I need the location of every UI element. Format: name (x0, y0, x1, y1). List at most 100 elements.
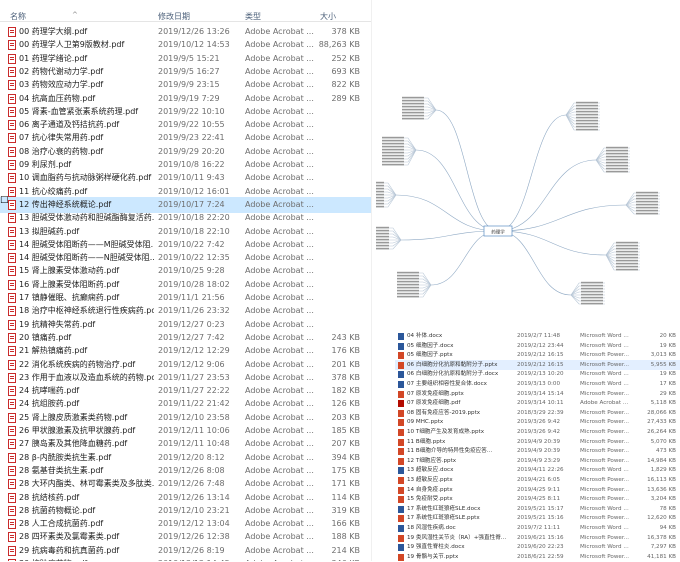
file-type: Microsoft Power... (580, 515, 629, 522)
file-size: 3,013 KB (650, 352, 676, 359)
pdf-file-icon (8, 133, 16, 144)
file-type: Adobe Acrobat ... (245, 556, 314, 561)
file-row[interactable]: 19 强直性脊柱炎.docx 2019/6/20 22:23 Microsoft W… (395, 542, 680, 552)
file-type-icon (398, 419, 404, 427)
pdf-file-icon (8, 439, 16, 450)
file-type-icon (398, 515, 404, 523)
file-row[interactable]: 11 B细胞.pptx 2019/4/9 20:39 Microsoft Power… (395, 437, 680, 447)
secondary-file-list: 04 补体.docx 2019/2/7 11:48 Microsoft Word .… (395, 327, 680, 561)
pdf-file-icon (8, 186, 16, 197)
file-name: 17 系统性红斑狼疮SLE.docx (407, 505, 481, 512)
col-type[interactable]: 类型 (245, 11, 261, 22)
pdf-file-icon (8, 399, 16, 410)
file-row[interactable]: 07 主要组织相容性复合体.docx 2019/3/13 0:00 Microsof… (395, 379, 680, 389)
file-date: 2019/3/26 9:42 (517, 429, 561, 435)
pdf-file-icon (8, 66, 16, 77)
file-type-icon (398, 553, 404, 561)
file-row[interactable]: 08 固有免疫应答-2019.pptx 2018/3/29 22:39 Micros… (395, 408, 680, 418)
file-row[interactable]: 14 自身免疫.pptx 2019/4/25 9:11 Microsoft Powe… (395, 485, 680, 495)
sort-arrow-icon[interactable]: ^ (72, 11, 78, 19)
cursor-marker: □ (0, 195, 9, 205)
file-type: Microsoft Word ... (580, 544, 629, 551)
file-size: 28,066 KB (647, 409, 676, 416)
file-type-icon (398, 534, 404, 542)
file-name: 06 白细胞分化抗原和黏附分子.docx (407, 371, 499, 378)
file-size: 346 KB (331, 556, 360, 561)
file-row[interactable]: 12 T细胞应答.pptx 2019/4/9 23:29 Microsoft Pow… (395, 456, 680, 466)
file-row[interactable]: 09 MHC.pptx 2019/3/26 9:42 Microsoft Power… (395, 417, 680, 427)
file-date: 2019/7/2 11:11 (517, 525, 561, 531)
file-name: 30 抗肿瘤药物.pdf (19, 556, 154, 561)
pdf-file-icon (8, 426, 16, 436)
file-date: 2019/3/14 10:11 (517, 400, 564, 407)
col-size[interactable]: 大小 (320, 11, 336, 22)
file-date: 2019/2/7 11:48 (517, 333, 561, 339)
file-row[interactable]: 30 抗肿瘤药物.pdf 2019/12/12 14:45 Adobe Acroba… (0, 556, 371, 561)
file-size: 26,264 KB (647, 429, 676, 435)
file-name: 07 原发免疫细胞.pdf (407, 400, 461, 407)
file-row[interactable]: 05 细胞因子.docx 2019/2/12 23:44 Microsoft Wor… (395, 341, 680, 351)
file-row[interactable]: 13 超敏反应.docx 2019/4/11 22:26 Microsoft Wor… (395, 465, 680, 475)
file-date: 2019/4/21 6:05 (517, 477, 561, 483)
file-name: 19 强直性脊柱炎.docx (407, 544, 465, 551)
file-row[interactable]: 13 超敏反应.pptx 2019/4/21 6:05 Microsoft Powe… (395, 475, 680, 485)
pdf-file-icon (8, 545, 16, 556)
col-name[interactable]: 名称 (10, 11, 26, 22)
file-row[interactable]: 04 补体.docx 2019/2/7 11:48 Microsoft Word .… (395, 331, 680, 341)
pdf-file-icon (8, 40, 16, 51)
pdf-file-icon (8, 279, 16, 290)
pdf-file-icon (8, 93, 16, 104)
file-type: Microsoft Power... (580, 352, 629, 359)
file-row[interactable]: 10 T细胞产生及发育成熟.pptx 2019/3/26 9:42 Microsof… (395, 427, 680, 437)
file-row[interactable]: 05 细胞因子.pptx 2019/2/12 16:15 Microsoft Pow… (395, 350, 680, 360)
file-row[interactable]: 11 B细胞介导的特异性免疫应答... 2019/4/9 20:39 Microso… (395, 446, 680, 456)
file-row[interactable]: 19 骨骼与关节.pptx 2018/6/21 22:59 Microsoft Po… (395, 552, 680, 562)
file-row[interactable]: 17 系统性红斑狼疮SLE.pptx 2019/5/21 15:16 Microso… (395, 513, 680, 523)
file-row[interactable]: 07 原发免疫细胞.pptx 2019/3/14 15:14 Microsoft P… (395, 389, 680, 399)
file-type-icon (398, 496, 404, 504)
file-type: Microsoft Word ... (580, 505, 629, 512)
file-size: 13,636 KB (647, 486, 676, 493)
file-type: Microsoft Power... (580, 486, 629, 493)
file-size: 20 KB (659, 333, 676, 339)
file-row[interactable]: 06 白细胞分化抗原和黏附分子.pptx 2019/2/12 16:15 Micro… (395, 359, 680, 370)
file-date: 2019/6/20 22:23 (517, 544, 564, 551)
file-date: 2019/4/9 20:39 (517, 448, 561, 455)
file-name: 18 风湿性疾病.doc (407, 525, 456, 531)
pdf-file-icon (8, 452, 16, 463)
file-name: 09 MHC.pptx (407, 419, 444, 426)
file-type-icon (398, 381, 404, 388)
file-name: 19 类风湿性关节炎（RA）+强直性脊... (407, 534, 507, 541)
file-row[interactable]: 06 白细胞分化抗原和黏附分子.docx 2019/2/13 10:20 Micro… (395, 369, 680, 379)
file-row[interactable]: 15 免疫耐受.pptx 2019/4/25 8:11 Microsoft Powe… (395, 494, 680, 504)
pdf-file-icon (8, 213, 16, 224)
file-type-icon (398, 429, 404, 436)
file-type-icon (398, 438, 404, 446)
file-row[interactable]: 07 原发免疫细胞.pdf 2019/3/14 10:11 Adobe Acroba… (395, 398, 680, 408)
file-name: 06 白细胞分化抗原和黏附分子.pptx (407, 361, 498, 368)
file-name: 13 超敏反应.pptx (407, 477, 453, 483)
file-size: 16,378 KB (647, 534, 676, 541)
file-type: Microsoft Power... (580, 390, 629, 397)
file-size: 16,113 KB (647, 477, 676, 483)
file-size: 3,204 KB (650, 496, 676, 503)
file-type: Microsoft Power... (580, 457, 629, 464)
file-size: 12,620 KB (647, 515, 676, 522)
file-size: 14,984 KB (647, 457, 676, 464)
file-type-icon (398, 448, 404, 456)
pdf-file-icon (8, 492, 16, 503)
file-row[interactable]: 18 风湿性疾病.doc 2019/7/2 11:11 Microsoft Word… (395, 523, 680, 533)
file-type: Microsoft Word ... (580, 371, 629, 378)
pdf-file-icon (8, 505, 16, 516)
mindmap-image: 药理学 (376, 96, 660, 305)
pdf-file-icon (8, 386, 16, 397)
file-size: 78 KB (659, 505, 676, 512)
file-row[interactable]: 19 类风湿性关节炎（RA）+强直性脊... 2019/6/21 15:16 Mic… (395, 533, 680, 543)
col-date[interactable]: 修改日期 (158, 11, 190, 22)
pdf-file-icon (8, 239, 16, 250)
file-row[interactable]: 17 系统性红斑狼疮SLE.docx 2019/5/21 15:17 Microso… (395, 504, 680, 514)
pdf-file-icon (8, 319, 16, 330)
file-type-icon (398, 409, 404, 417)
file-size: 19 KB (659, 342, 676, 349)
file-date: 2019/2/12 23:44 (517, 342, 564, 349)
